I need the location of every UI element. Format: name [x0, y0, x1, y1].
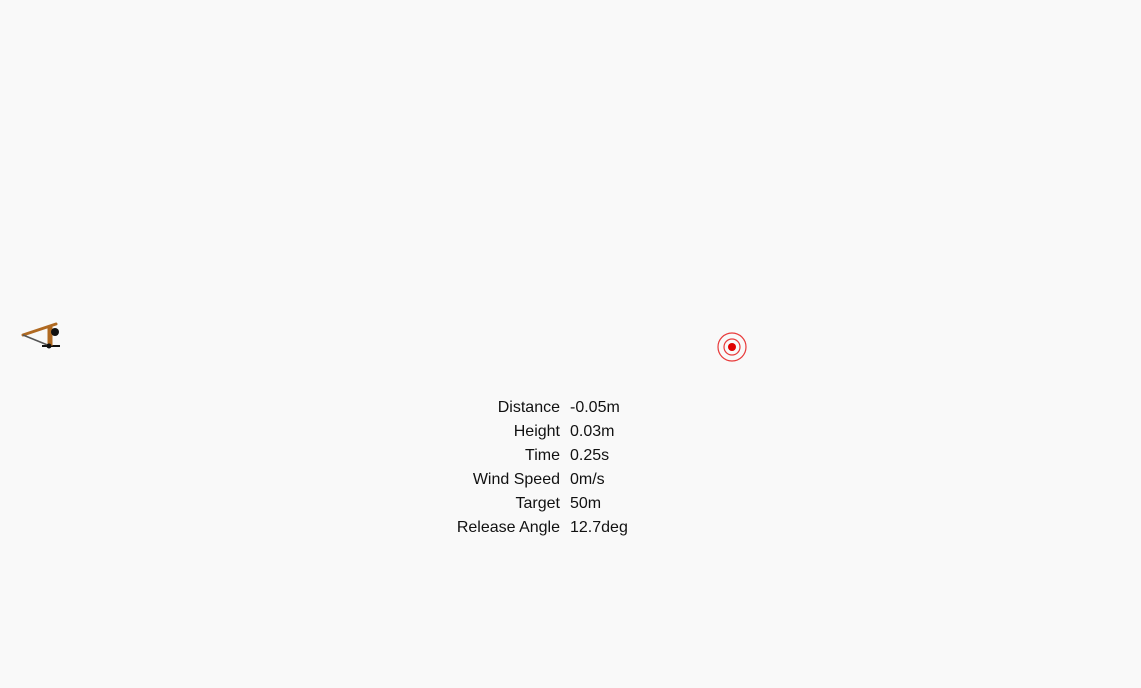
stat-value: 12.7deg	[570, 519, 628, 536]
stat-row-target: Target 50m	[440, 492, 628, 516]
stat-value: -0.05m	[570, 399, 620, 416]
stat-row-time: Time 0.25s	[440, 444, 628, 468]
stat-label: Target	[515, 495, 560, 512]
stat-value: 0.03m	[570, 423, 615, 440]
game-scene[interactable]: Distance -0.05m Height 0.03m Time 0.25s …	[0, 0, 1141, 688]
stat-value: 0m/s	[570, 471, 605, 488]
stat-row-release-angle: Release Angle 12.7deg	[440, 516, 628, 540]
stat-label: Wind Speed	[472, 471, 560, 488]
target-icon	[717, 332, 747, 362]
stat-label: Distance	[497, 399, 560, 416]
stat-row-distance: Distance -0.05m	[440, 396, 628, 420]
trebuchet-icon	[21, 322, 60, 349]
stat-label: Height	[513, 423, 560, 440]
stat-value: 50m	[570, 495, 602, 512]
stat-row-height: Height 0.03m	[440, 420, 628, 444]
stats-table: Distance -0.05m Height 0.03m Time 0.25s …	[440, 396, 628, 540]
stat-label: Time	[525, 447, 560, 464]
stat-row-wind-speed: Wind Speed 0m/s	[440, 468, 628, 492]
stat-value: 0.25s	[570, 447, 610, 464]
stat-label: Release Angle	[456, 519, 560, 536]
